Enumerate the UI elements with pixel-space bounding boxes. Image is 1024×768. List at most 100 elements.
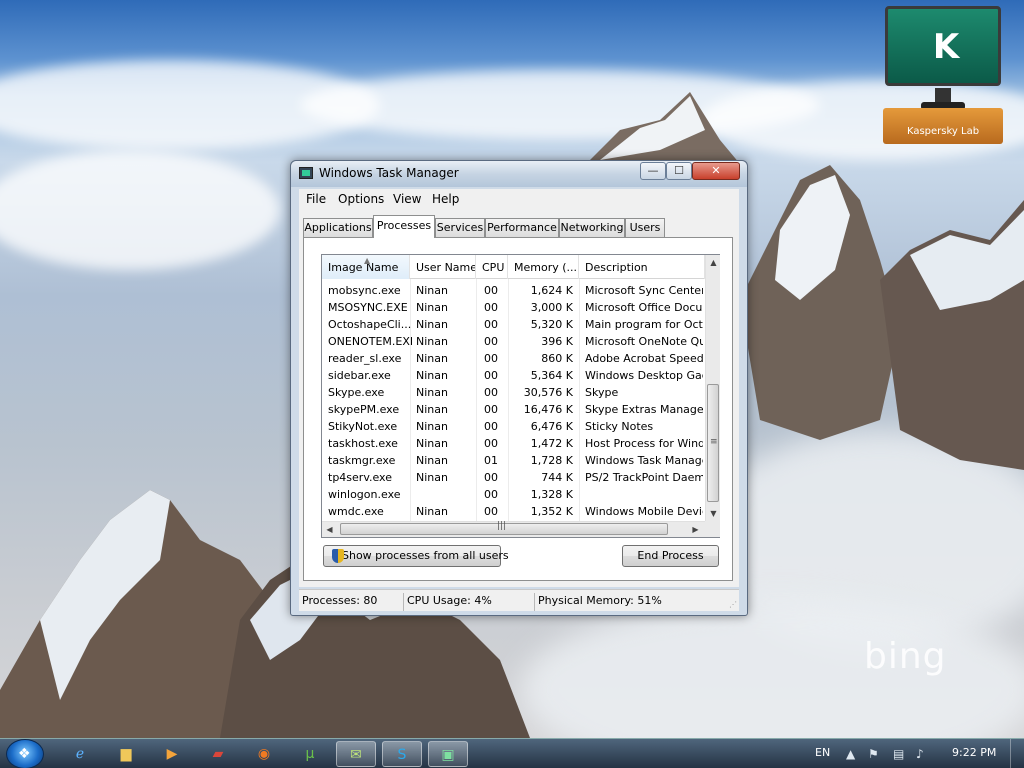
tab-networking[interactable]: Networking <box>559 218 625 237</box>
process-user-name: Ninan <box>416 284 448 297</box>
process-image-name: taskmgr.exe <box>328 454 396 467</box>
windows-logo-icon: ❖ <box>18 746 31 762</box>
minimize-button[interactable]: — <box>640 162 666 180</box>
column-memory[interactable]: Memory (... <box>508 255 579 279</box>
end-process-button[interactable]: End Process <box>622 545 719 567</box>
tab-applications[interactable]: Applications <box>303 218 373 237</box>
table-row[interactable]: taskhost.exe Ninan 00 1,472 K Host Process f… <box>322 435 705 452</box>
task-manager-icon[interactable]: ▣ <box>428 741 468 767</box>
kaspersky-logo: K <box>932 27 960 67</box>
menu-view[interactable]: View <box>393 192 421 206</box>
table-row[interactable]: taskmgr.exe Ninan 01 1,728 K Windows Task Ma… <box>322 452 705 469</box>
process-memory: 1,472 K <box>530 437 573 450</box>
process-image-name: StikyNot.exe <box>328 420 398 433</box>
kaspersky-gadget[interactable]: K Kaspersky Lab <box>883 4 1003 144</box>
scroll-up-arrow-icon[interactable]: ▲ <box>706 255 721 270</box>
process-user-name: Ninan <box>416 318 448 331</box>
table-row[interactable]: StikyNot.exe Ninan 00 6,476 K Sticky Notes <box>322 418 705 435</box>
network-icon[interactable]: ▤ <box>893 747 904 761</box>
column-cpu[interactable]: CPU <box>476 255 508 279</box>
bing-logo: bing <box>864 636 947 677</box>
table-row[interactable]: OctoshapeCli... Ninan 00 5,320 K Main progra… <box>322 316 705 333</box>
process-memory: 30,576 K <box>523 386 573 399</box>
process-cpu: 00 <box>484 505 498 518</box>
table-row[interactable]: tp4serv.exe Ninan 00 744 K PS/2 TrackPoint D… <box>322 469 705 486</box>
table-row[interactable]: skypePM.exe Ninan 00 16,476 K Skype Extras M… <box>322 401 705 418</box>
column-user-name[interactable]: User Name <box>410 255 476 279</box>
process-image-name: MSOSYNC.EXE <box>328 301 408 314</box>
process-memory: 860 K <box>541 352 573 365</box>
process-image-name: Skype.exe <box>328 386 385 399</box>
explorer-folder-icon[interactable]: ▆ <box>106 741 146 767</box>
tab-performance[interactable]: Performance <box>485 218 559 237</box>
menu-file[interactable]: File <box>306 192 326 206</box>
media-player-icon[interactable]: ▶ <box>152 741 192 767</box>
grip-icon: ≡ <box>710 437 718 447</box>
scroll-right-arrow-icon[interactable]: ▶ <box>688 522 703 537</box>
table-row[interactable]: ONENOTEM.EXE Ninan 00 396 K Microsoft OneNot… <box>322 333 705 350</box>
close-button[interactable]: ✕ <box>692 162 740 180</box>
process-user-name: Ninan <box>416 505 448 518</box>
tab-users[interactable]: Users <box>625 218 665 237</box>
table-row[interactable]: winlogon.exe 00 1,328 K <box>322 486 705 503</box>
resize-grip-icon[interactable]: ⋰ <box>729 600 737 609</box>
book-icon[interactable]: ▰ <box>198 741 238 767</box>
tab-services[interactable]: Services <box>435 218 485 237</box>
tab-processes[interactable]: Processes <box>373 215 435 238</box>
internet-explorer-icon[interactable]: ℯ <box>60 741 100 767</box>
utorrent-icon[interactable]: µ <box>290 741 330 767</box>
show-desktop-button[interactable] <box>1010 739 1024 768</box>
process-description: Sticky Notes <box>585 420 654 433</box>
menu-options[interactable]: Options <box>338 192 384 206</box>
status-bar: Processes: 80 CPU Usage: 4% Physical Mem… <box>299 589 739 611</box>
process-user-name: Ninan <box>416 454 448 467</box>
table-row[interactable]: reader_sl.exe Ninan 00 860 K Adobe Acrobat S… <box>322 350 705 367</box>
task-manager-window[interactable]: Windows Task Manager — ☐ ✕ File Options … <box>290 160 748 616</box>
process-description: Skype <box>585 386 619 399</box>
column-image-name[interactable]: ▲ Image Name <box>322 255 410 279</box>
column-description[interactable]: Description <box>579 255 705 279</box>
skype-icon[interactable]: S <box>382 741 422 767</box>
show-all-processes-button[interactable]: Show processes from all users <box>323 545 509 567</box>
scroll-down-arrow-icon[interactable]: ▼ <box>706 506 721 521</box>
vertical-scroll-thumb[interactable]: ≡ <box>707 384 719 502</box>
show-all-processes-label: Show processes from all users <box>342 549 509 562</box>
windows-live-icon[interactable]: ✉ <box>336 741 376 767</box>
horizontal-scrollbar[interactable]: ◀ ||| ▶ <box>322 521 705 537</box>
process-memory: 396 K <box>541 335 573 348</box>
table-row[interactable]: mobsync.exe Ninan 00 1,624 K Microsoft Sync … <box>322 282 705 299</box>
process-image-name: reader_sl.exe <box>328 352 402 365</box>
title-bar[interactable]: Windows Task Manager — ☐ ✕ <box>291 161 747 187</box>
show-hidden-icons-icon[interactable]: ▲ <box>846 747 855 761</box>
process-memory: 1,328 K <box>530 488 573 501</box>
action-center-icon[interactable]: ⚑ <box>868 747 879 761</box>
process-memory: 1,624 K <box>530 284 573 297</box>
menu-help[interactable]: Help <box>432 192 459 206</box>
horizontal-scroll-thumb[interactable]: ||| <box>340 521 668 535</box>
table-row[interactable]: Skype.exe Ninan 00 30,576 K Skype <box>322 384 705 401</box>
process-cpu: 01 <box>484 454 498 467</box>
table-row[interactable]: wmdc.exe Ninan 00 1,352 K Windows Mobile Dev… <box>322 503 705 520</box>
table-row[interactable]: MSOSYNC.EXE Ninan 00 3,000 K Microsoft Offic… <box>322 299 705 316</box>
language-indicator[interactable]: EN <box>815 746 830 759</box>
process-image-name: winlogon.exe <box>328 488 401 501</box>
table-row[interactable]: sidebar.exe Ninan 00 5,364 K Windows Desktop… <box>322 367 705 384</box>
process-cpu: 00 <box>484 335 498 348</box>
process-cpu: 00 <box>484 437 498 450</box>
maximize-button[interactable]: ☐ <box>666 162 692 180</box>
process-description: PS/2 TrackPoint Daemon <box>585 471 703 484</box>
volume-icon[interactable]: ♪ <box>916 747 924 761</box>
status-processes: Processes: 80 <box>302 594 378 607</box>
scroll-left-arrow-icon[interactable]: ◀ <box>322 522 337 537</box>
process-image-name: sidebar.exe <box>328 369 391 382</box>
start-button[interactable]: ❖ <box>6 739 44 768</box>
process-cpu: 00 <box>484 403 498 416</box>
process-description <box>585 486 703 503</box>
clock[interactable]: 9:22 PM <box>952 746 996 759</box>
process-list[interactable]: ▲ Image Name User Name CPU Memory (... D… <box>321 254 720 538</box>
vertical-scrollbar[interactable]: ▲ ≡ ▼ <box>705 255 720 521</box>
process-cpu: 00 <box>484 386 498 399</box>
process-cpu: 00 <box>484 352 498 365</box>
firefox-icon[interactable]: ◉ <box>244 741 284 767</box>
process-memory: 5,364 K <box>530 369 573 382</box>
